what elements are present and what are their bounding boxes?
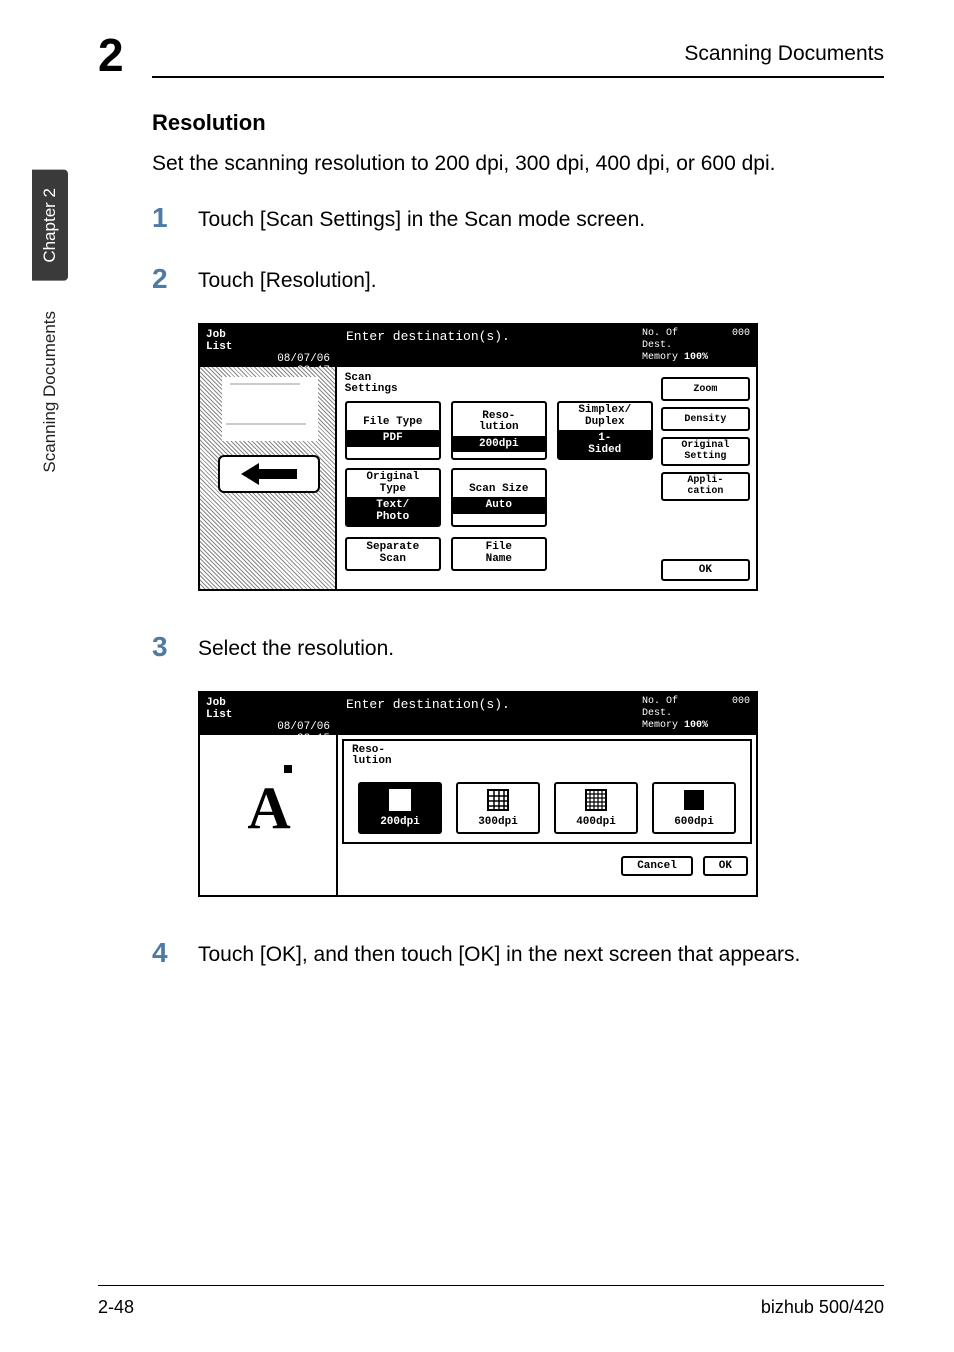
application-button[interactable]: Appli- cation <box>661 472 750 501</box>
ok-button[interactable]: OK <box>661 559 750 581</box>
grid-icon <box>486 788 510 812</box>
chapter-number-corner: 2 <box>98 28 124 82</box>
file-name-button[interactable]: File Name <box>451 537 547 570</box>
step-number-1: 1 <box>152 202 198 234</box>
side-tab: Chapter 2 Scanning Documents <box>24 170 76 482</box>
grid-icon <box>584 788 608 812</box>
ok-button[interactable]: OK <box>703 856 748 876</box>
separate-scan-button[interactable]: Separate Scan <box>345 537 441 570</box>
preview-pane: A <box>200 735 338 895</box>
original-setting-button[interactable]: Original Setting <box>661 437 750 466</box>
original-type-button[interactable]: Original Type Text/ Photo <box>345 468 441 527</box>
status-area: No. Of Dest.000 Memory 100% <box>636 693 756 735</box>
chapter-badge: Chapter 2 <box>32 170 68 281</box>
intro-text: Set the scanning resolution to 200 dpi, … <box>152 150 884 178</box>
section-title: Resolution <box>152 110 884 136</box>
back-arrow-button[interactable] <box>218 455 320 493</box>
side-section-label: Scanning Documents <box>40 291 60 483</box>
file-type-button[interactable]: File Type PDF <box>345 401 441 460</box>
zoom-button[interactable]: Zoom <box>661 377 750 401</box>
running-head: Scanning Documents <box>684 42 884 66</box>
step-number-3: 3 <box>152 631 198 663</box>
step-text-3: Select the resolution. <box>198 631 394 663</box>
job-list-button[interactable]: Job List 08/07/06 22:15 <box>200 693 338 735</box>
preview-pane <box>200 367 337 588</box>
resolution-button[interactable]: Reso- lution 200dpi <box>451 401 547 460</box>
product-name: bizhub 500/420 <box>761 1297 884 1318</box>
screenshot-scan-settings: Job List 08/07/06 22:17 Enter destinatio… <box>198 323 758 590</box>
resolution-panel-title: Reso- lution <box>352 745 742 768</box>
back-arrow-icon <box>241 463 297 485</box>
step-text-4: Touch [OK], and then touch [OK] in the n… <box>198 937 800 969</box>
grid-icon <box>388 788 412 812</box>
duplex-button[interactable]: Simplex/ Duplex 1- Sided <box>557 401 653 460</box>
cancel-button[interactable]: Cancel <box>621 856 693 876</box>
scan-settings-label: Scan Settings <box>345 373 653 395</box>
grid-icon <box>682 788 706 812</box>
step-text-2: Touch [Resolution]. <box>198 263 377 295</box>
screenshot-resolution-select: Job List 08/07/06 22:15 Enter destinatio… <box>198 691 758 897</box>
step-number-2: 2 <box>152 263 198 295</box>
footer-rule <box>98 1285 884 1286</box>
scan-size-button[interactable]: Scan Size Auto <box>451 468 547 527</box>
density-button[interactable]: Density <box>661 407 750 431</box>
step-text-1: Touch [Scan Settings] in the Scan mode s… <box>198 202 645 234</box>
job-list-button[interactable]: Job List 08/07/06 22:17 <box>200 325 338 367</box>
preview-letter: A <box>228 763 310 855</box>
resolution-opt-200[interactable]: 200dpi <box>358 782 442 834</box>
status-area: No. Of Dest.000 Memory 100% <box>636 325 756 367</box>
destination-message: Enter destination(s). <box>338 325 636 367</box>
top-rule <box>152 76 884 78</box>
page-number: 2-48 <box>98 1297 134 1318</box>
destination-message: Enter destination(s). <box>338 693 636 735</box>
resolution-opt-600[interactable]: 600dpi <box>652 782 736 834</box>
resolution-opt-300[interactable]: 300dpi <box>456 782 540 834</box>
resolution-opt-400[interactable]: 400dpi <box>554 782 638 834</box>
step-number-4: 4 <box>152 937 198 969</box>
